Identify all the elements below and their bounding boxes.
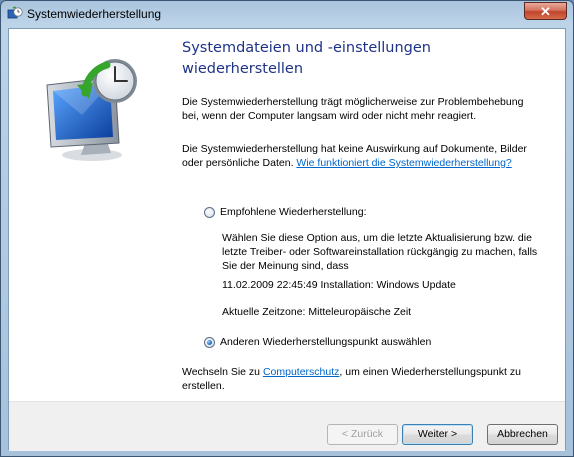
next-button[interactable]: Weiter >: [402, 424, 473, 445]
wizard-page: Systemdateien und -einstellungen wiederh…: [8, 28, 566, 451]
system-restore-icon: [7, 6, 23, 19]
button-bar: < Zurück Weiter > Abbrechen: [9, 402, 565, 451]
back-button[interactable]: < Zurück: [327, 424, 398, 445]
recommended-description: Wählen Sie diese Option aus, um die letz…: [222, 232, 538, 272]
how-it-works-link[interactable]: Wie funktioniert die Systemwiederherstel…: [296, 157, 511, 169]
recommended-restore-label[interactable]: Empfohlene Wiederherstellung:: [220, 206, 367, 218]
intro-text: Die Systemwiederherstellung trägt möglic…: [182, 96, 524, 122]
other-restore-point-option[interactable]: Anderen Wiederherstellungspunkt auswähle…: [204, 334, 431, 350]
close-button[interactable]: ✕: [524, 2, 567, 20]
monitor-clock-restore-icon: [46, 59, 137, 161]
other-restore-point-radio[interactable]: [204, 336, 215, 348]
protection-prefix: Wechseln Sie zu: [182, 366, 263, 378]
other-restore-point-label[interactable]: Anderen Wiederherstellungspunkt auswähle…: [220, 336, 431, 348]
cancel-button[interactable]: Abbrechen: [487, 424, 558, 445]
restore-point-info: 11.02.2009 22:45:49 Installation: Window…: [222, 279, 456, 291]
recommended-restore-radio[interactable]: [204, 206, 215, 218]
timezone-info: Aktuelle Zeitzone: Mitteleuropäische Zei…: [222, 306, 412, 318]
info-paragraph: Die Systemwiederherstellung hat keine Au…: [182, 142, 542, 170]
title-bar[interactable]: Systemwiederherstellung ✕: [1, 1, 573, 27]
page-title: Systemdateien und -einstellungen wiederh…: [182, 40, 431, 77]
computer-protection-link[interactable]: Computerschutz: [263, 366, 339, 378]
recommended-restore-option[interactable]: Empfohlene Wiederherstellung:: [204, 204, 367, 220]
window-title: Systemwiederherstellung: [27, 7, 162, 21]
protection-paragraph: Wechseln Sie zu Computerschutz, um einen…: [182, 365, 542, 393]
system-restore-window: Systemwiederherstellung ✕ Systemdateien …: [0, 0, 574, 457]
